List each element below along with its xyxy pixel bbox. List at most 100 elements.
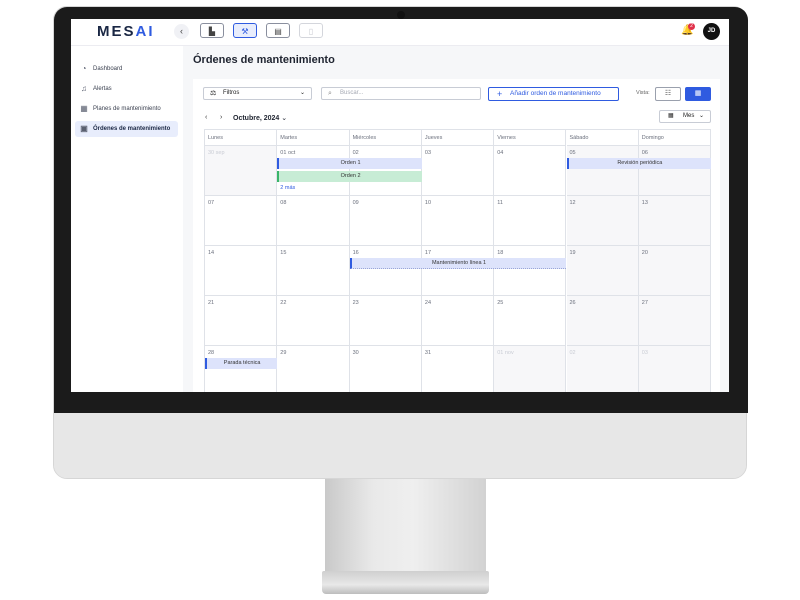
- document-icon: ▯: [308, 27, 314, 36]
- day-number: 27: [641, 300, 648, 306]
- calendar-day-cell[interactable]: 31: [421, 346, 495, 392]
- calendar-day-cell[interactable]: 29: [277, 346, 350, 392]
- calendar-icon: ▦: [80, 104, 88, 113]
- next-month-button[interactable]: ›: [220, 114, 222, 121]
- calendar-day-cell[interactable]: 13: [638, 196, 712, 246]
- weekday-header: Miércoles: [349, 130, 422, 146]
- collapse-sidebar-button[interactable]: ‹: [174, 24, 189, 39]
- calendar-day-cell[interactable]: 16: [349, 246, 422, 296]
- calendar-day-cell[interactable]: 03: [421, 146, 495, 196]
- calendar-day-cell[interactable]: 03: [638, 346, 712, 392]
- app-logo: MESAI: [97, 23, 155, 40]
- sidebar-item-label: Planes de mantenimiento: [93, 106, 161, 112]
- more-events-link[interactable]: 2 más: [280, 185, 295, 191]
- avatar[interactable]: JD: [703, 23, 720, 40]
- day-number: 10: [424, 200, 432, 206]
- day-number: 30: [352, 350, 359, 356]
- module-maintenance-button[interactable]: ⚒: [233, 23, 257, 38]
- calendar-day-cell[interactable]: 14: [205, 246, 278, 296]
- calendar-day-cell[interactable]: 30: [349, 346, 422, 392]
- day-number: 01 oct: [280, 150, 296, 156]
- search-input[interactable]: ⌕ Buscar...: [321, 87, 481, 100]
- list-view-icon: ☷: [664, 90, 672, 97]
- calendar-day-cell[interactable]: 04: [494, 146, 567, 196]
- day-number: 02: [569, 350, 576, 356]
- calendar-day-cell[interactable]: 18: [494, 246, 567, 296]
- chevron-left-icon: ‹: [180, 26, 183, 36]
- weekday-header: Lunes: [205, 130, 278, 146]
- calendar-event[interactable]: Parada técnica: [205, 358, 278, 369]
- prev-month-button[interactable]: ‹: [205, 114, 207, 121]
- calendar-event[interactable]: Revisión periódica: [566, 158, 712, 169]
- view-mode-dropdown[interactable]: ▦ Mes ⌄: [659, 110, 711, 123]
- calendar-day-cell[interactable]: 20: [638, 246, 712, 296]
- sidebar-item-alertas[interactable]: ♫ Alertas: [75, 81, 178, 97]
- filters-dropdown[interactable]: ⚖ Filtros ⌄: [203, 87, 312, 100]
- calendar-event[interactable]: Orden 2: [277, 171, 422, 182]
- calendar-day-cell[interactable]: 07: [205, 196, 278, 246]
- day-number: 06: [641, 150, 648, 156]
- day-number: 01 nov: [497, 350, 514, 356]
- day-number: 28: [208, 350, 215, 356]
- monitor-stand-base: [322, 571, 489, 594]
- main-content: Órdenes de mantenimiento ⚖ Filtros ⌄ ⌕ B…: [183, 46, 729, 392]
- sidebar-item-ordenes[interactable]: ▣ Órdenes de mantenimiento: [75, 121, 178, 137]
- bell-icon: ♫: [81, 84, 87, 93]
- calendar-day-cell[interactable]: 26: [566, 296, 639, 346]
- day-number: 18: [497, 250, 504, 256]
- day-number: 25: [497, 300, 504, 306]
- add-order-label: Añadir orden de mantenimiento: [510, 90, 601, 97]
- calendar-day-cell[interactable]: 12: [566, 196, 639, 246]
- calendar-day-cell[interactable]: 15: [277, 246, 350, 296]
- day-number: 16: [352, 250, 359, 256]
- filter-icon: ⚖: [210, 90, 217, 97]
- day-number: 07: [208, 200, 215, 206]
- calendar-day-cell[interactable]: 11: [494, 196, 567, 246]
- calendar-day-cell[interactable]: 10: [421, 196, 495, 246]
- day-number: 30 sep: [208, 150, 225, 156]
- day-number: 08: [280, 200, 287, 206]
- calendar-event[interactable]: Orden 1: [277, 158, 422, 169]
- day-number: 22: [280, 300, 287, 306]
- sidebar-item-planes[interactable]: ▦ Planes de mantenimiento: [75, 101, 178, 117]
- day-number: 23: [352, 300, 359, 306]
- wrench-icon: ⚒: [241, 27, 249, 36]
- chevron-down-icon: ⌄: [299, 90, 305, 96]
- month-label: Octubre, 2024: [233, 115, 280, 122]
- weekday-header: Jueves: [421, 130, 495, 146]
- day-number: 14: [208, 250, 215, 256]
- day-number: 17: [424, 250, 432, 256]
- calendar-day-cell[interactable]: 19: [566, 246, 639, 296]
- weekday-header: Viernes: [494, 130, 567, 146]
- calendar-view-button[interactable]: ▦: [685, 87, 711, 101]
- add-order-button[interactable]: + Añadir orden de mantenimiento: [488, 87, 619, 101]
- calendar-day-cell[interactable]: 09: [349, 196, 422, 246]
- calendar-day-cell[interactable]: 01 nov: [494, 346, 567, 392]
- calendar-day-cell[interactable]: 23: [349, 296, 422, 346]
- month-selector[interactable]: Octubre, 2024 ⌄: [233, 114, 287, 122]
- search-icon: ⌕: [328, 90, 332, 97]
- calendar-day-cell[interactable]: 21: [205, 296, 278, 346]
- calendar-day-cell[interactable]: 30 sep: [205, 146, 278, 196]
- weekday-header: Sábado: [566, 130, 639, 146]
- calendar-day-cell[interactable]: 05: [566, 146, 639, 196]
- day-number: 03: [641, 350, 648, 356]
- module-production-button[interactable]: ▙: [200, 23, 224, 38]
- calendar-day-cell[interactable]: 06: [638, 146, 712, 196]
- screen: MESAI ‹ ▙ ⚒ ▤ ▯ 🔔 2 JD ◔ Dashboard ♫ Ale…: [71, 19, 729, 392]
- module-monitor-button[interactable]: ▤: [266, 23, 290, 38]
- calendar-day-cell[interactable]: 02: [566, 346, 639, 392]
- calendar-day-cell[interactable]: 28: [205, 346, 278, 392]
- list-view-button[interactable]: ☷: [655, 87, 681, 101]
- calendar-day-cell[interactable]: 08: [277, 196, 350, 246]
- calendar-day-cell[interactable]: 25: [494, 296, 567, 346]
- sidebar-item-label: Dashboard: [93, 66, 123, 72]
- calendar-event[interactable]: Mantenimiento línea 1: [349, 258, 567, 269]
- monitor-chin: [54, 413, 746, 478]
- calendar-day-cell[interactable]: 27: [638, 296, 712, 346]
- sidebar-item-dashboard[interactable]: ◔ Dashboard: [75, 61, 178, 77]
- calendar-day-cell[interactable]: 17: [421, 246, 495, 296]
- calendar-grid: Lunes Martes Miércoles Jueves Viernes Sábado D…: [204, 129, 712, 392]
- calendar-day-cell[interactable]: 24: [421, 296, 495, 346]
- calendar-day-cell[interactable]: 22: [277, 296, 350, 346]
